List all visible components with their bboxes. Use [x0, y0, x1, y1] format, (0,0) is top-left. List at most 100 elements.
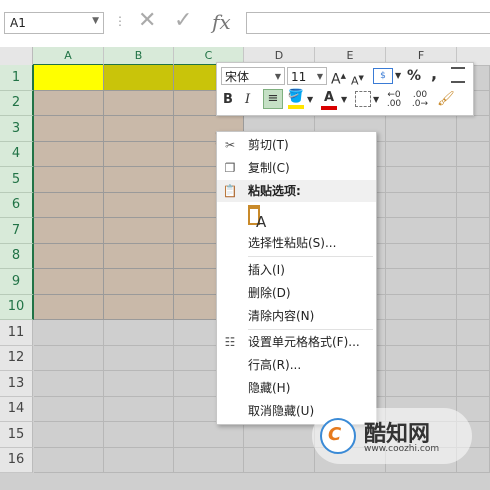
increase-decimal-button[interactable]: ←0.00 — [383, 91, 405, 109]
cell[interactable] — [34, 142, 104, 167]
cell[interactable] — [34, 65, 104, 91]
row-header-14[interactable]: 14 — [0, 397, 33, 422]
chevron-down-icon[interactable]: ▼ — [92, 16, 99, 26]
cell[interactable] — [104, 218, 174, 244]
menu-item-hide[interactable]: 隐藏(H) — [217, 377, 376, 399]
menu-item-paste-special[interactable]: 选择性粘贴(S)... — [217, 232, 376, 254]
cell[interactable] — [34, 91, 104, 116]
cell[interactable] — [104, 116, 174, 142]
cell[interactable] — [457, 269, 490, 295]
row-header-13[interactable]: 13 — [0, 371, 33, 397]
menu-item-format-cells[interactable]: ☷ 设置单元格格式(F)... — [217, 331, 376, 353]
row-header-10[interactable]: 10 — [0, 295, 34, 320]
cell[interactable] — [104, 244, 174, 269]
select-all-corner[interactable] — [0, 47, 33, 66]
chevron-down-icon[interactable]: ▼ — [307, 92, 313, 108]
cell[interactable] — [386, 320, 457, 346]
cell[interactable] — [104, 167, 174, 193]
paste-button[interactable]: A — [248, 205, 268, 231]
menu-item-insert[interactable]: 插入(I) — [217, 259, 376, 281]
percent-style-button[interactable]: % — [407, 68, 421, 84]
row-header-7[interactable]: 7 — [0, 218, 34, 244]
row-header-16[interactable]: 16 — [0, 448, 33, 473]
cell[interactable] — [457, 371, 490, 397]
merge-cells-icon[interactable] — [451, 67, 465, 83]
cell[interactable] — [34, 295, 104, 320]
bold-button[interactable]: B — [223, 92, 233, 108]
cell[interactable] — [174, 448, 244, 473]
cell[interactable] — [104, 295, 174, 320]
cell[interactable] — [386, 244, 457, 269]
cell[interactable] — [34, 167, 104, 193]
row-header-5[interactable]: 5 — [0, 167, 34, 193]
row-header-15[interactable]: 15 — [0, 422, 33, 448]
cell[interactable] — [457, 346, 490, 371]
row-header-12[interactable]: 12 — [0, 346, 33, 371]
cell[interactable] — [104, 65, 174, 91]
accounting-format-icon[interactable]: $ — [373, 68, 393, 84]
menu-item-row-height[interactable]: 行高(R)... — [217, 354, 376, 376]
cell[interactable] — [386, 218, 457, 244]
menu-item-copy[interactable]: ❐ 复制(C) — [217, 157, 376, 179]
cell[interactable] — [386, 193, 457, 218]
cell[interactable] — [386, 142, 457, 167]
cell[interactable] — [34, 346, 104, 371]
chevron-down-icon[interactable]: ▼ — [373, 92, 379, 108]
chevron-down-icon[interactable]: ▼ — [341, 92, 347, 108]
cell[interactable] — [34, 320, 104, 346]
cell[interactable] — [34, 371, 104, 397]
cell[interactable] — [34, 448, 104, 473]
formula-input[interactable] — [246, 12, 490, 34]
menu-item-delete[interactable]: 删除(D) — [217, 282, 376, 304]
menu-item-cut[interactable]: ✂ 剪切(T) — [217, 134, 376, 156]
cell[interactable] — [34, 397, 104, 422]
font-size-dropdown[interactable]: 11 ▼ — [287, 67, 327, 85]
cell[interactable] — [457, 193, 490, 218]
cell[interactable] — [34, 193, 104, 218]
cell[interactable] — [104, 142, 174, 167]
align-center-button[interactable]: ≡ — [263, 89, 283, 109]
column-header-a[interactable]: A — [33, 47, 104, 66]
cell[interactable] — [386, 371, 457, 397]
cell[interactable] — [104, 91, 174, 116]
cell[interactable] — [457, 167, 490, 193]
italic-button[interactable]: I — [245, 92, 250, 108]
fill-color-icon[interactable]: 🪣 — [287, 89, 305, 109]
font-color-button[interactable]: A — [321, 90, 337, 110]
cell[interactable] — [104, 371, 174, 397]
decrease-decimal-button[interactable]: .00.0→ — [409, 91, 431, 109]
cell[interactable] — [104, 269, 174, 295]
cell[interactable] — [104, 397, 174, 422]
cell[interactable] — [457, 244, 490, 269]
cell[interactable] — [34, 269, 104, 295]
cell[interactable] — [104, 193, 174, 218]
cell[interactable] — [386, 346, 457, 371]
cell[interactable] — [457, 295, 490, 320]
format-painter-icon[interactable]: 🖌 — [437, 91, 455, 107]
cell[interactable] — [34, 116, 104, 142]
row-header-3[interactable]: 3 — [0, 116, 34, 142]
cell[interactable] — [174, 422, 244, 448]
cell[interactable] — [34, 218, 104, 244]
cell[interactable] — [386, 116, 457, 142]
cell[interactable] — [104, 448, 174, 473]
borders-icon[interactable] — [355, 91, 371, 107]
cell[interactable] — [244, 448, 315, 473]
row-header-4[interactable]: 4 — [0, 142, 34, 167]
cell[interactable] — [457, 320, 490, 346]
cell[interactable] — [386, 269, 457, 295]
row-header-8[interactable]: 8 — [0, 244, 34, 269]
cell[interactable] — [104, 422, 174, 448]
cell[interactable] — [457, 218, 490, 244]
cell[interactable] — [104, 320, 174, 346]
row-header-11[interactable]: 11 — [0, 320, 33, 346]
column-header-b[interactable]: B — [104, 47, 174, 66]
comma-style-button[interactable]: , — [431, 66, 437, 82]
cancel-icon[interactable]: ✕ — [138, 8, 156, 33]
row-header-1[interactable]: 1 — [0, 65, 34, 91]
enter-icon[interactable]: ✓ — [174, 8, 192, 33]
row-header-6[interactable]: 6 — [0, 193, 34, 218]
font-name-dropdown[interactable]: 宋体 ▼ — [221, 67, 285, 85]
shrink-font-button[interactable]: A▼ — [351, 70, 364, 90]
cell[interactable] — [104, 346, 174, 371]
